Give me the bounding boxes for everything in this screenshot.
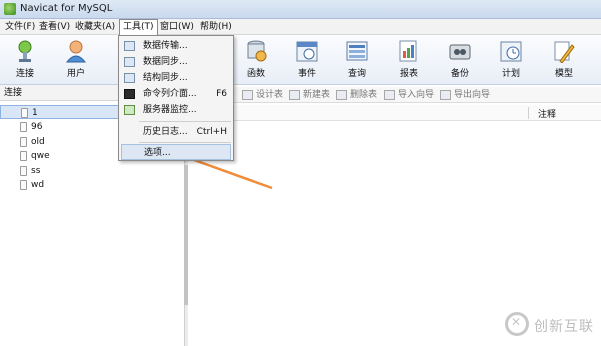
menu-item-server-monitor[interactable]: 服务器监控... — [121, 102, 231, 118]
server-monitor-icon — [124, 105, 135, 115]
server-monitor-label: 服务器监控... — [143, 105, 197, 115]
history-log-shortcut: Ctrl+H — [196, 127, 227, 137]
menu-item-history-log[interactable]: 历史日志... Ctrl+H — [121, 124, 231, 140]
watermark-x-icon: ✕ — [511, 315, 522, 329]
watermark-text: 创新互联 — [534, 319, 594, 335]
options-label: 选项... — [144, 148, 171, 158]
watermark-logo: ✕ 创新互联 — [505, 310, 601, 340]
data-sync-icon — [124, 57, 135, 67]
menu-item-options[interactable]: 选项... — [121, 144, 231, 160]
data-transfer-label: 数据传输... — [143, 41, 188, 51]
menu-separator — [139, 142, 231, 143]
tools-dropdown-menu: 数据传输... 数据同步... 结构同步... 命令列介面... F6 服务器监… — [118, 35, 234, 161]
menu-item-data-sync[interactable]: 数据同步... — [121, 54, 231, 70]
annotation-arrow — [176, 152, 273, 190]
structure-sync-icon — [124, 73, 135, 83]
command-line-label: 命令列介面... — [143, 89, 197, 99]
menu-separator — [139, 121, 231, 122]
data-sync-label: 数据同步... — [143, 57, 188, 67]
menu-item-command-line[interactable]: 命令列介面... F6 — [121, 86, 231, 102]
command-line-icon — [124, 89, 135, 99]
data-transfer-icon — [124, 41, 135, 51]
history-log-label: 历史日志... — [143, 127, 188, 137]
menu-item-structure-sync[interactable]: 结构同步... — [121, 70, 231, 86]
structure-sync-label: 结构同步... — [143, 73, 188, 83]
menu-item-data-transfer[interactable]: 数据传输... — [121, 38, 231, 54]
command-line-shortcut: F6 — [216, 89, 227, 99]
